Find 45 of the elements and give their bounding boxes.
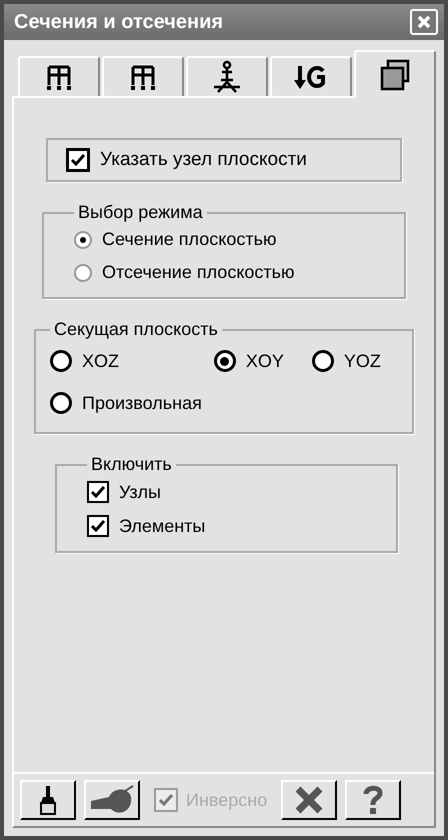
close-icon: [294, 786, 324, 814]
checkbox[interactable]: [87, 481, 109, 503]
frame-icon: [45, 63, 73, 91]
tab[interactable]: [186, 56, 268, 96]
radio-label: Сечение плоскостью: [102, 229, 276, 250]
checkbox-label: Узлы: [119, 482, 161, 502]
checkbox-label: Элементы: [119, 516, 206, 536]
tower-icon: [213, 60, 241, 94]
radio-label: XOY: [246, 350, 284, 372]
radio-button[interactable]: [74, 230, 92, 248]
radio-button[interactable]: [50, 350, 72, 372]
checkbox[interactable]: [66, 148, 90, 172]
radio-button[interactable]: [74, 264, 92, 282]
tab[interactable]: [354, 50, 436, 98]
check-icon: [71, 154, 85, 166]
window-title: Сечения и отсечения: [14, 10, 224, 34]
check-icon: [91, 520, 105, 532]
radio-button[interactable]: [50, 392, 72, 414]
checkbox-label: Указать узел плоскости: [100, 149, 307, 171]
checkbox-label: Инверсно: [186, 790, 268, 810]
radio-button[interactable]: [312, 350, 334, 372]
tab[interactable]: [102, 56, 184, 96]
radio-label: Произвольная: [82, 392, 202, 414]
tab[interactable]: [270, 56, 352, 96]
frame-icon: [129, 63, 157, 91]
fill-button[interactable]: [84, 780, 140, 820]
radio-label: YOZ: [344, 350, 381, 372]
radio-label: Отсечение плоскостью: [102, 262, 295, 283]
layers-icon: [379, 59, 411, 91]
checkbox[interactable]: [87, 515, 109, 537]
help-button[interactable]: [345, 780, 402, 820]
brush-button[interactable]: [20, 780, 76, 820]
brush-icon: [39, 785, 57, 815]
tab[interactable]: [18, 56, 100, 96]
group-title: Включить: [90, 454, 173, 475]
group-title: Секущая плоскость: [53, 319, 219, 340]
radio-button[interactable]: [214, 350, 236, 372]
paint-bucket-icon: [89, 785, 135, 815]
help-icon: [362, 785, 384, 815]
check-icon: [91, 486, 105, 498]
close-icon: [417, 15, 431, 29]
radio-label: XOZ: [82, 350, 120, 372]
close-button[interactable]: [281, 780, 338, 820]
group-title: Выбор режима: [77, 202, 204, 223]
check-icon: [159, 794, 173, 806]
